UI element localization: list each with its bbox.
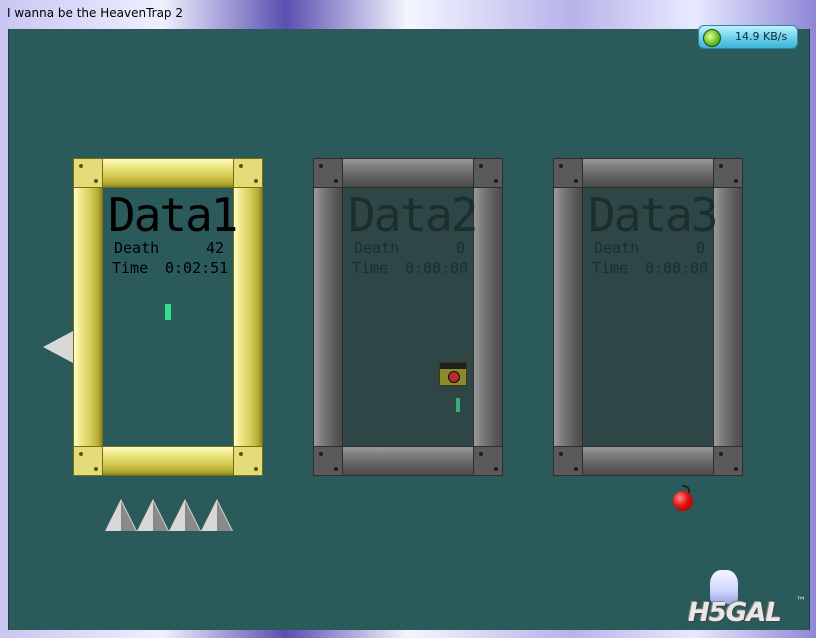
network-speed-meter[interactable]: 14.9 KB/s: [698, 25, 798, 49]
frame-corner: [313, 446, 343, 476]
window-title: I wanna be the HeavenTrap 2: [7, 6, 183, 20]
floor-spike: [105, 499, 137, 531]
play-time: 0:02:51: [165, 259, 229, 277]
save-point-icon: [439, 362, 467, 386]
play-time: 0:00:00: [405, 259, 469, 277]
frame-rail-left: [313, 158, 343, 476]
spike-pointing-left: [43, 331, 73, 363]
frame-corner: [73, 446, 103, 476]
save-slot-1[interactable]: Data1 Death 42 Time 0:02:51: [73, 158, 263, 476]
floor-spike: [201, 499, 233, 531]
player-marker: [456, 398, 460, 412]
floor-spike: [169, 499, 201, 531]
apple-stem: [682, 485, 690, 493]
frame-corner: [713, 158, 743, 188]
network-speed-value: 14.9 KB/s: [735, 30, 788, 43]
save-slot-title: Data3: [588, 188, 718, 242]
window-title-bar: I wanna be the HeavenTrap 2: [0, 0, 816, 29]
death-count: 0: [456, 239, 466, 257]
time-label: Time: [592, 259, 629, 277]
delicious-fruit-apple: [673, 491, 693, 511]
frame-corner: [233, 446, 263, 476]
frame-corner: [553, 158, 583, 188]
game-viewport[interactable]: Data1 Death 42 Time 0:02:51 Data2 Death …: [8, 29, 810, 630]
time-label: Time: [352, 259, 389, 277]
frame-corner: [233, 158, 263, 188]
time-label: Time: [112, 259, 149, 277]
frame-corner: [553, 446, 583, 476]
death-count: 0: [696, 239, 706, 257]
save-slot-title: Data2: [348, 188, 478, 242]
save-slot-2[interactable]: Data2 Death 0 Time 0:00:00: [313, 158, 503, 476]
frame-rail-right: [713, 158, 743, 476]
frame-rail-left: [553, 158, 583, 476]
death-label: Death: [354, 239, 400, 257]
network-globe-icon: [703, 29, 721, 47]
save-slot-3[interactable]: Data3 Death 0 Time 0:00:00: [553, 158, 743, 476]
save-slot-title: Data1: [108, 188, 238, 242]
frame-corner: [713, 446, 743, 476]
death-label: Death: [594, 239, 640, 257]
trademark-symbol: ™: [796, 596, 806, 607]
frame-corner: [473, 446, 503, 476]
play-time: 0:00:00: [645, 259, 709, 277]
frame-rail-right: [233, 158, 263, 476]
frame-corner: [473, 158, 503, 188]
frame-corner: [313, 158, 343, 188]
player-cursor: [165, 304, 171, 320]
frame-corner: [73, 158, 103, 188]
frame-rail-right: [473, 158, 503, 476]
death-count: 42: [206, 239, 225, 257]
death-label: Death: [114, 239, 160, 257]
frame-rail-left: [73, 158, 103, 476]
watermark-logo: H5GAL ™: [688, 568, 806, 630]
floor-spike: [137, 499, 169, 531]
watermark-text: H5GAL: [688, 598, 782, 628]
